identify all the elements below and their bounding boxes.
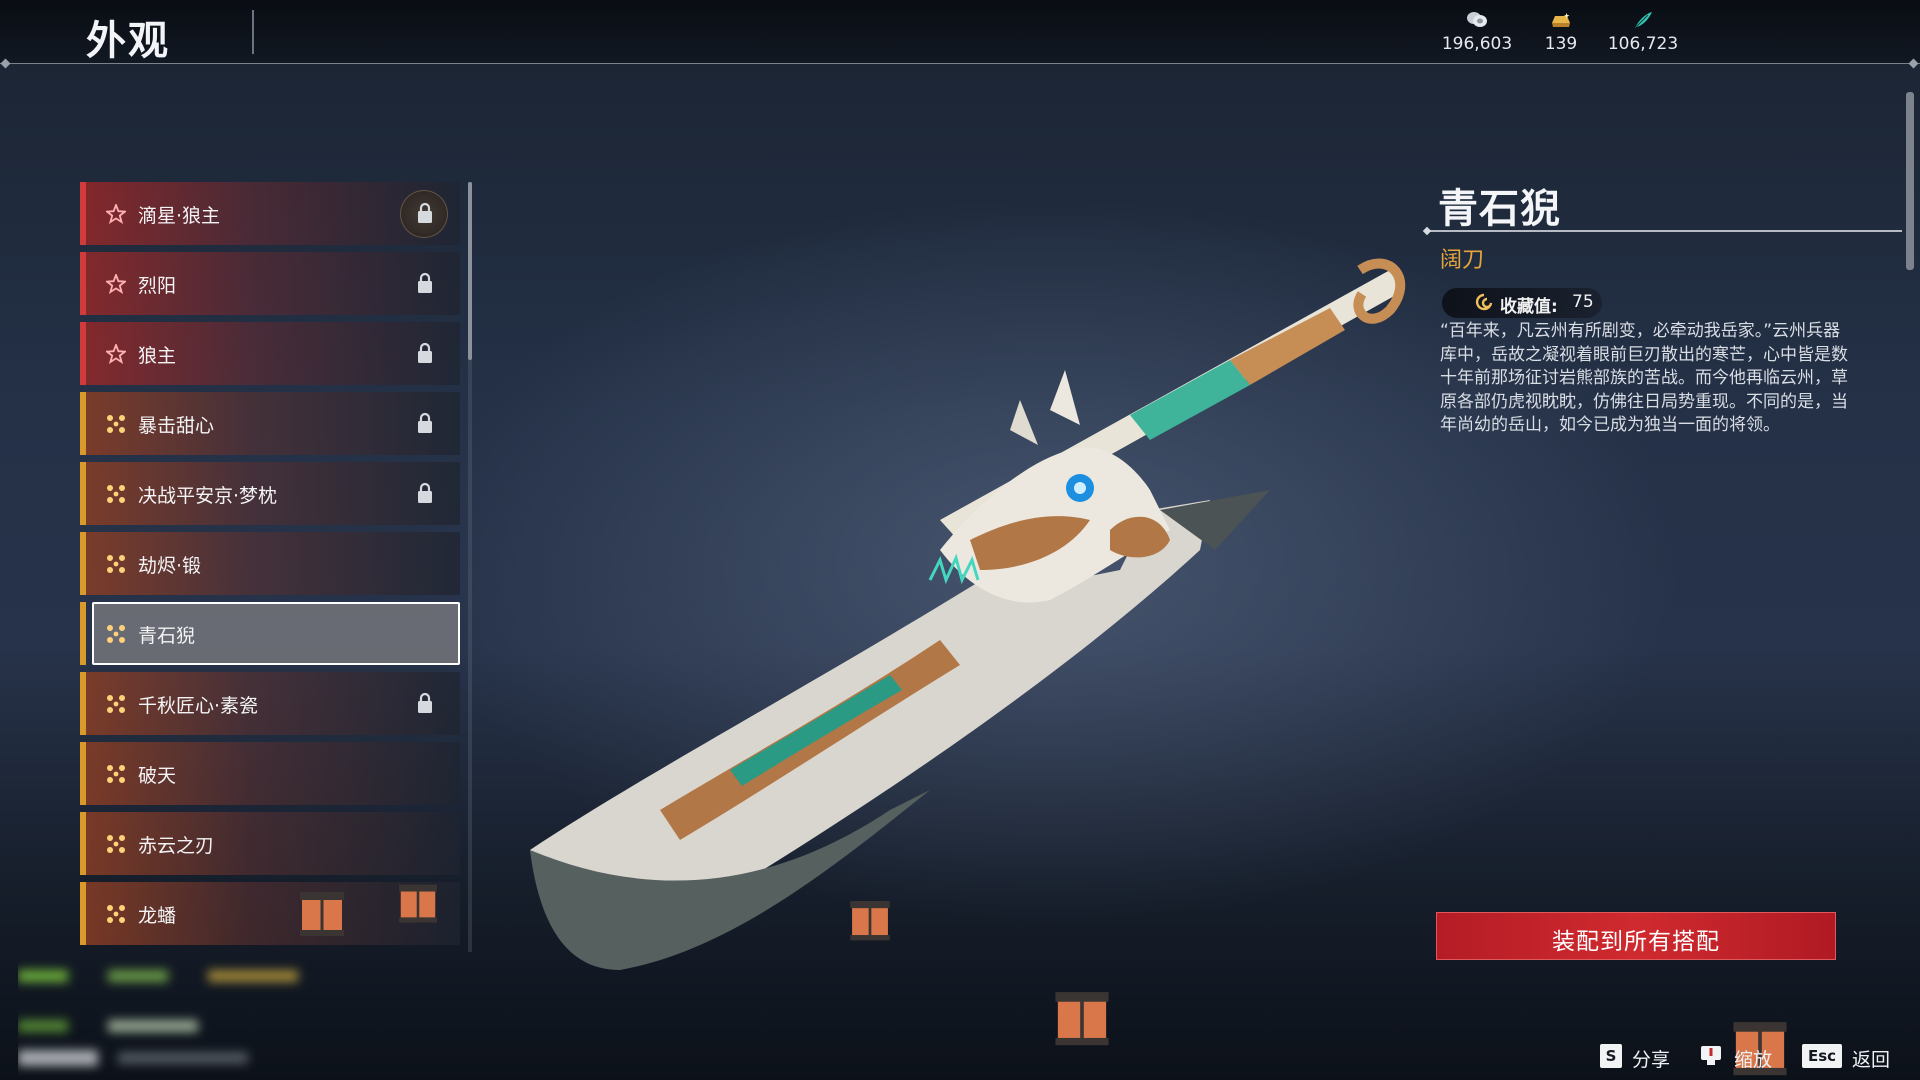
cross-flower-icon [107, 835, 125, 853]
hint-zoom[interactable]: 缩放 [1698, 1044, 1778, 1071]
rarity-bar [80, 812, 86, 875]
rarity-bar [80, 392, 86, 455]
lock-icon [418, 412, 432, 433]
rarity-bar [80, 672, 86, 735]
currency-gold: 139 [1516, 10, 1606, 54]
lantern-icon [300, 892, 344, 936]
skin-item-qianqiu-jiangxin[interactable]: 千秋匠心·素瓷 [80, 672, 460, 735]
lock-icon [418, 342, 432, 363]
lock-icon [418, 482, 432, 503]
cross-flower-icon [107, 695, 125, 713]
cross-flower-icon [107, 905, 125, 923]
star-flower-icon [106, 204, 126, 224]
coin-stack-icon [1467, 12, 1487, 27]
skin-item-juezhan-pinganjing[interactable]: 决战平安京·梦枕 [80, 462, 460, 525]
skin-item-label: 烈阳 [138, 275, 177, 297]
rarity-bar [80, 182, 86, 245]
hint-back-label: 返回 [1852, 1049, 1891, 1071]
lock-icon [418, 692, 432, 713]
blurred-overlay [18, 970, 298, 1066]
right-scrollbar-thumb[interactable] [1906, 92, 1914, 270]
cross-flower-icon [107, 485, 125, 503]
lore-text: “百年来，凡云州有所剧变，必牵动我岳家。”云州兵器库中，岳故之凝视着眼前巨刃散出… [1440, 321, 1848, 435]
top-divider-line [0, 63, 1920, 64]
rarity-bar [80, 252, 86, 315]
hint-share-label: 分享 [1632, 1049, 1671, 1071]
skin-item-chiyun-zhiren[interactable]: 赤云之刃 [80, 812, 460, 875]
skin-item-label: 赤云之刃 [138, 835, 215, 857]
skin-item-jiejin-duan[interactable]: 劫烬·锻 [80, 532, 460, 595]
lock-icon [418, 272, 432, 293]
skin-item-label: 滴星·狼主 [138, 205, 221, 227]
rarity-bar [80, 532, 86, 595]
star-flower-icon [106, 274, 126, 294]
skin-item-label: 决战平安京·梦枕 [138, 485, 278, 507]
skin-item-langzhu[interactable]: 狼主 [80, 322, 460, 385]
rarity-bar [80, 742, 86, 805]
skin-item-label: 龙蟠 [138, 905, 177, 927]
gold-ingot-icon [1552, 13, 1570, 27]
skin-item-label: 破天 [138, 765, 177, 787]
rarity-bar [80, 322, 86, 385]
cross-flower-icon [107, 765, 125, 783]
equip-button-label: 装配到所有搭配 [1552, 929, 1720, 955]
equip-to-all-loadouts-button[interactable]: 装配到所有搭配 [1436, 912, 1836, 960]
item-name: 青石猊 [1438, 186, 1561, 232]
skin-item-baoji-tianxin[interactable]: 暴击甜心 [80, 392, 460, 455]
swirl-icon [1475, 293, 1493, 311]
page-title: 外观 [86, 18, 170, 64]
skin-item-longpan[interactable]: 龙蟠 [80, 882, 460, 945]
jade-feather-icon [1634, 12, 1652, 29]
lantern-icon [850, 900, 890, 941]
cross-flower-icon [107, 555, 125, 573]
key-esc: Esc [1802, 1044, 1842, 1068]
skin-item-dixing-langzhu[interactable]: 滴星·狼主 [80, 182, 460, 245]
currency-jade-value: 106,723 [1607, 34, 1679, 54]
skin-item-label: 劫烬·锻 [138, 555, 202, 577]
rarity-bar [80, 462, 86, 525]
collect-value-label: 收藏值: [1500, 297, 1558, 317]
list-scrollbar-thumb[interactable] [468, 182, 472, 360]
name-underline [1426, 230, 1902, 232]
hint-back[interactable]: Esc 返回 [1802, 1044, 1902, 1071]
mouse-scroll-icon [1701, 1046, 1721, 1065]
lock-icon [418, 202, 432, 223]
skin-item-label: 千秋匠心·素瓷 [138, 695, 259, 717]
item-type: 阔刀 [1440, 248, 1485, 273]
skin-item-label: 青石猊 [138, 625, 196, 647]
skin-list: 滴星·狼主 烈阳 狼主 暴击甜心 决战平安京·梦枕 劫烬·锻 青石猊 千秋匠心·… [80, 180, 460, 950]
lantern-icon [399, 884, 437, 923]
cross-flower-icon [107, 625, 125, 643]
skin-item-label: 狼主 [138, 345, 177, 367]
currency-jade: 106,723 [1598, 10, 1688, 54]
name-underline-diamond [1422, 226, 1432, 236]
currency-gold-value: 139 [1544, 34, 1578, 54]
currency-coins: 196,603 [1432, 10, 1522, 54]
skin-item-label: 暴击甜心 [138, 415, 215, 437]
rarity-bar [80, 602, 86, 665]
weapon-model-guandao [530, 258, 1406, 970]
lantern-icon [1055, 992, 1109, 1046]
hint-share[interactable]: S 分享 [1600, 1044, 1680, 1071]
skin-item-lieyang[interactable]: 烈阳 [80, 252, 460, 315]
rarity-bar [80, 882, 86, 945]
hint-zoom-label: 缩放 [1734, 1049, 1773, 1071]
cross-flower-icon [107, 415, 125, 433]
skin-item-qingshini[interactable]: 青石猊 [80, 602, 460, 665]
skin-item-potian[interactable]: 破天 [80, 742, 460, 805]
collect-value-number: 75 [1572, 292, 1594, 312]
star-flower-icon [106, 344, 126, 364]
key-s: S [1600, 1044, 1622, 1068]
currency-coins-value: 196,603 [1441, 34, 1513, 54]
title-divider [252, 10, 254, 54]
